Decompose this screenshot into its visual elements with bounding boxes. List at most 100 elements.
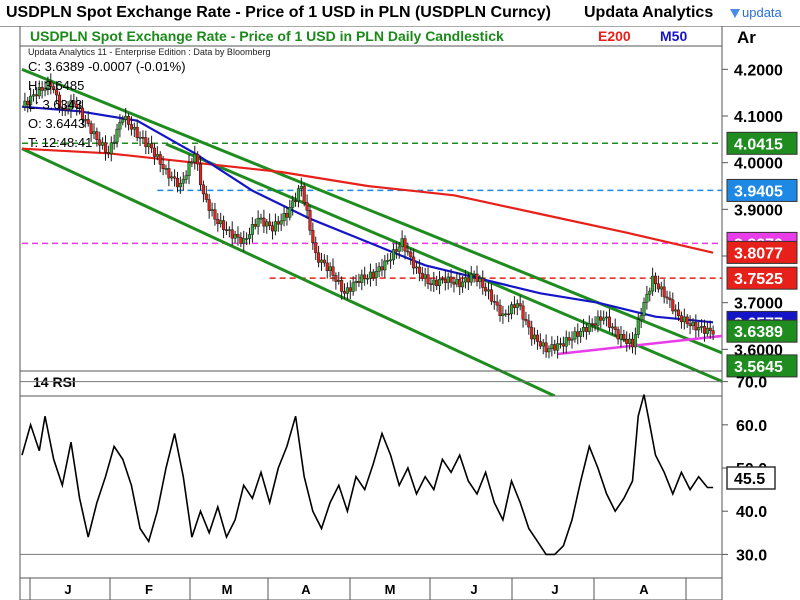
candle-body (512, 304, 516, 308)
updata-logo: updata (730, 5, 782, 20)
candle-body (403, 238, 407, 252)
candle-body (207, 199, 211, 211)
price-badge-label: 3.8077 (734, 245, 783, 262)
candle-body (187, 162, 191, 176)
candle-body (397, 246, 401, 252)
candle-body (605, 316, 609, 319)
candle-body (101, 142, 105, 146)
candle-body (279, 220, 283, 225)
candle-body (469, 273, 473, 283)
month-label: A (639, 582, 649, 597)
candle-body (486, 289, 491, 292)
month-label: A (301, 582, 311, 597)
candle-body (118, 121, 122, 130)
candle-body (625, 338, 629, 344)
price-badge-label: 3.6389 (734, 324, 783, 341)
candle-body (593, 323, 597, 326)
price-badge-label: 3.5645 (734, 359, 783, 376)
candle-body (328, 266, 332, 271)
candle-body (322, 259, 326, 264)
price-axis-label: 3.9000 (734, 202, 783, 219)
candle-body (366, 277, 370, 280)
window-title: USDPLN Spot Exchange Rate - Price of 1 U… (6, 4, 551, 21)
candle-body (374, 271, 378, 279)
candle-body (677, 309, 681, 317)
info-open: O: 3.6443 (28, 116, 85, 131)
candle-body (181, 179, 185, 184)
candle-body (268, 221, 272, 226)
candle-body (708, 327, 712, 331)
chart-canvas: USDPLN Spot Exchange Rate - Price of 1 U… (19, 26, 798, 600)
corner-label: Ar (737, 28, 756, 47)
candle-body (509, 304, 514, 315)
candle-body (216, 219, 220, 225)
rsi-current-badge: 45.5 (726, 466, 776, 490)
candle-body (92, 131, 96, 134)
candle-body (222, 220, 226, 230)
candle-body (210, 209, 214, 211)
candle-body (452, 281, 456, 285)
candle-body (115, 128, 119, 143)
candle-body (622, 334, 626, 340)
candle-body (581, 326, 586, 332)
candle-body (337, 280, 341, 282)
price-panel-title: USDPLN Spot Exchange Rate - Price of 1 U… (30, 28, 504, 44)
candle-body (412, 256, 416, 269)
rsi-axis-label: 30.0 (736, 547, 767, 564)
candle-body (668, 297, 672, 301)
candle-body (173, 176, 177, 179)
candle-body (204, 193, 208, 200)
candle-body (124, 116, 128, 120)
candle-body (492, 300, 496, 303)
candle-body (193, 153, 197, 163)
candle-body (178, 182, 182, 188)
candle-body (236, 234, 240, 238)
candle-body (198, 163, 203, 186)
candle-body (426, 274, 430, 284)
candle-body (481, 278, 485, 288)
candle-body (377, 266, 381, 272)
candle-body (282, 213, 286, 222)
candle-body (285, 213, 289, 218)
candle-body (550, 344, 554, 349)
candle-body (196, 153, 200, 165)
candle-body (602, 317, 606, 321)
candle-body (147, 143, 151, 148)
price-panel (19, 45, 723, 397)
candle-body (432, 279, 436, 285)
candle-body (420, 272, 424, 279)
candle-body (245, 238, 249, 240)
window-header: USDPLN Spot Exchange Rate - Price of 1 U… (0, 0, 800, 27)
candle-body (484, 287, 488, 292)
candle-body (256, 218, 260, 227)
candle-body (429, 283, 433, 285)
x-axis-strip (19, 577, 723, 600)
candle-body (438, 279, 442, 287)
brand-name: Updata Analytics (584, 4, 714, 21)
rsi-panel (19, 370, 723, 579)
candle-body (610, 326, 614, 329)
month-label: M (385, 582, 396, 597)
candle-body (414, 266, 419, 269)
rsi-axis-label: 40.0 (736, 504, 767, 521)
info-low: L: 3.6343 (28, 97, 82, 112)
candle-body (507, 313, 511, 316)
candle-body (394, 249, 398, 252)
price-axis-label: 4.0000 (734, 156, 783, 173)
candle-body (472, 273, 476, 276)
candle-body (564, 337, 568, 347)
candle-body (671, 299, 675, 312)
candle-body (391, 249, 396, 261)
candle-body (556, 343, 560, 351)
candle-body (201, 184, 205, 195)
candle-body (23, 100, 27, 107)
candle-body (642, 302, 646, 316)
candle-body (662, 286, 666, 298)
candle-body (363, 274, 367, 280)
candle-body (685, 316, 689, 324)
candle-body (423, 274, 427, 279)
candle-body (311, 230, 315, 243)
info-high: H: 3.6485 (28, 78, 84, 93)
candle-body (443, 278, 447, 284)
candle-body (126, 116, 131, 125)
